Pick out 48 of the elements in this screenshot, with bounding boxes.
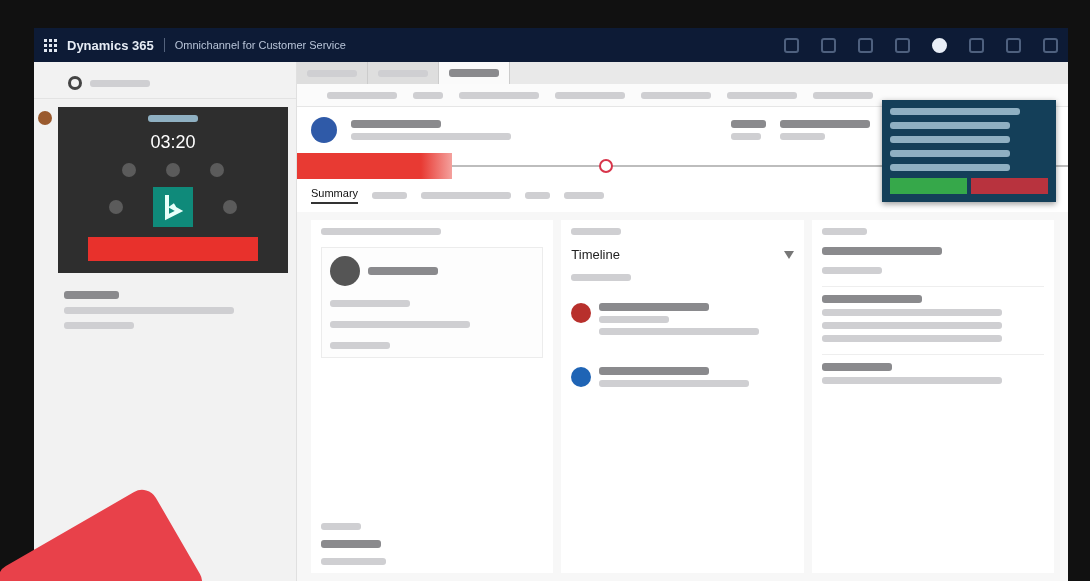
- call-control-icon[interactable]: [166, 163, 180, 177]
- call-control-icon[interactable]: [223, 200, 237, 214]
- avatar-silhouette: [330, 256, 360, 286]
- blurred-text: [821, 363, 892, 371]
- blurred-text: [727, 91, 797, 99]
- blurred-text: [321, 523, 361, 530]
- blurred-text: [599, 316, 670, 323]
- call-control-icon[interactable]: [210, 163, 224, 177]
- filter-icon[interactable]: [783, 250, 794, 259]
- blurred-text: [555, 91, 625, 99]
- call-timer: 03:20: [150, 132, 196, 153]
- notification-dot-icon[interactable]: [38, 111, 52, 125]
- activity-icon: [571, 367, 592, 387]
- blurred-text: [731, 133, 761, 140]
- blurred-text: [571, 274, 632, 281]
- blurred-text: [64, 322, 134, 329]
- call-control-icon[interactable]: [109, 200, 123, 214]
- blurred-text: [330, 342, 390, 349]
- session-icon[interactable]: [68, 76, 82, 90]
- blurred-text: [90, 79, 150, 87]
- timeline-title: Timeline: [571, 247, 620, 262]
- blurred-text: [731, 120, 766, 128]
- call-control-icon[interactable]: [122, 163, 136, 177]
- app-name: Omnichannel for Customer Service: [174, 39, 346, 51]
- blurred-text: [821, 228, 867, 235]
- blurred-text: [321, 540, 381, 548]
- activity-icon: [571, 303, 592, 323]
- blurred-text: [525, 192, 551, 199]
- blurred-text: [148, 115, 198, 122]
- brand-name[interactable]: Dynamics 365: [67, 37, 154, 53]
- blurred-text: [64, 291, 119, 299]
- blurred-text: [368, 267, 438, 275]
- blurred-text: [327, 91, 397, 99]
- blurred-text: [821, 267, 882, 274]
- blurred-text: [571, 228, 622, 235]
- active-stage[interactable]: [297, 153, 452, 179]
- session-tab[interactable]: [439, 62, 510, 84]
- blurred-text: [564, 192, 605, 199]
- blurred-text: [780, 133, 825, 140]
- form-tab[interactable]: Summary: [311, 187, 359, 204]
- record-icon: [311, 117, 337, 143]
- blurred-text: [813, 91, 873, 99]
- blurred-text: [641, 91, 711, 99]
- app-launcher-icon[interactable]: [44, 38, 57, 52]
- blurred-text: [413, 91, 443, 99]
- blurred-text: [321, 558, 386, 565]
- letter-logo-icon: [153, 187, 193, 227]
- blurred-text: [372, 192, 408, 199]
